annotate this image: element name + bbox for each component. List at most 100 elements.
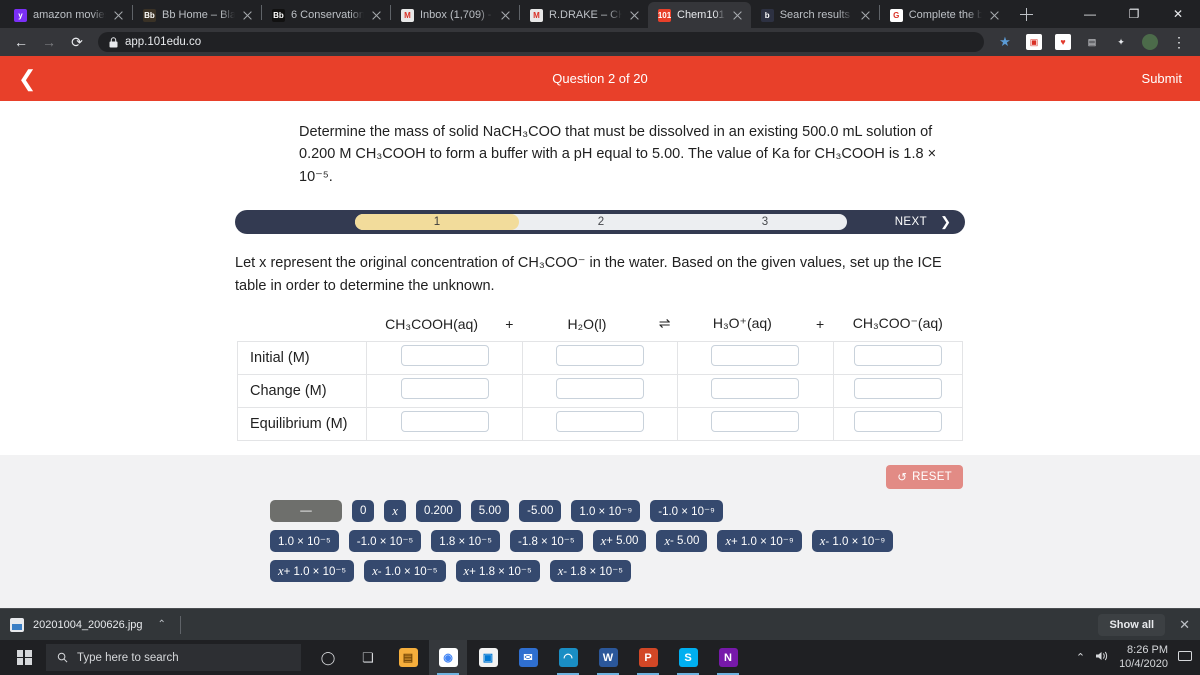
calendar-extension-icon[interactable]: ▣ — [1021, 29, 1047, 55]
start-button[interactable] — [2, 640, 46, 675]
close-tab-icon[interactable] — [370, 9, 383, 22]
ice-cell[interactable] — [366, 341, 523, 376]
close-tab-icon[interactable] — [988, 9, 1001, 22]
answer-tile[interactable]: x - 1.0 × 10⁻⁹ — [811, 530, 894, 552]
answer-tile[interactable]: x + 1.0 × 10⁻⁹ — [717, 530, 802, 552]
reset-button[interactable]: ↺ RESET — [886, 465, 963, 489]
minimize-button[interactable]: — — [1068, 0, 1112, 28]
ice-drop-target[interactable] — [853, 345, 942, 367]
ice-cell[interactable] — [677, 374, 834, 409]
maximize-button[interactable]: ❐ — [1112, 0, 1156, 28]
notification-center-icon[interactable] — [1178, 650, 1192, 665]
onenote-icon[interactable]: N — [709, 640, 747, 675]
file-explorer-icon[interactable]: ▤ — [389, 640, 427, 675]
task-view-icon[interactable]: ❏ — [349, 640, 387, 675]
reload-icon[interactable]: ⟳ — [64, 29, 90, 55]
answer-tile[interactable]: 5.00 — [470, 500, 510, 522]
notes-extension-icon[interactable]: ♥ — [1050, 29, 1076, 55]
microsoft-word-icon[interactable]: W — [589, 640, 627, 675]
ice-cell[interactable] — [832, 341, 964, 376]
ice-drop-target[interactable] — [711, 411, 800, 433]
show-all-button[interactable]: Show all — [1098, 613, 1166, 636]
close-window-button[interactable]: ✕ — [1156, 0, 1200, 28]
ice-drop-target[interactable] — [555, 411, 644, 433]
answer-tile[interactable]: x - 1.8 × 10⁻⁵ — [549, 560, 632, 582]
reader-extension-icon[interactable]: ▤ — [1079, 29, 1105, 55]
answer-tile[interactable]: x + 5.00 — [592, 530, 647, 552]
answer-tile[interactable]: 0 — [352, 500, 375, 522]
mail-icon[interactable]: ✉ — [509, 640, 547, 675]
microsoft-powerpoint-icon[interactable]: P — [629, 640, 667, 675]
answer-tile[interactable]: x — [384, 500, 406, 522]
ice-drop-target[interactable] — [400, 378, 489, 400]
search-input[interactable]: Type here to search — [46, 644, 301, 671]
clock[interactable]: 8:26 PM 10/4/2020 — [1119, 644, 1168, 672]
ice-drop-target[interactable] — [853, 411, 942, 433]
skype-icon[interactable]: S — [669, 640, 707, 675]
ice-cell[interactable] — [832, 374, 964, 409]
browser-tab[interactable]: M Inbox (1,709) - coll — [391, 2, 519, 28]
next-button[interactable]: NEXT — [895, 216, 927, 228]
close-tab-icon[interactable] — [112, 9, 125, 22]
address-bar[interactable]: app.101edu.co — [98, 32, 984, 52]
google-chrome-icon[interactable]: ◉ — [429, 640, 467, 675]
ice-cell[interactable] — [521, 407, 679, 442]
step-2[interactable]: 2 — [519, 214, 683, 230]
answer-tile[interactable]: x + 1.0 × 10⁻⁵ — [270, 560, 355, 582]
browser-tab[interactable]: Bb 6 Conservation of E — [262, 2, 390, 28]
forward-icon[interactable]: → — [36, 29, 62, 55]
ice-drop-target[interactable] — [555, 345, 644, 367]
ice-cell[interactable] — [832, 407, 964, 442]
ice-drop-target[interactable] — [400, 345, 489, 367]
answer-tile[interactable]: -1.0 × 10⁻⁵ — [348, 530, 422, 552]
close-tab-icon[interactable] — [499, 9, 512, 22]
browser-tab[interactable]: y amazon movies - Y — [4, 2, 132, 28]
browser-tab[interactable]: Bb Bb Home – Blackbo — [133, 2, 261, 28]
ice-drop-target[interactable] — [711, 345, 800, 367]
chevron-right-icon[interactable]: ❯ — [940, 214, 951, 230]
close-download-bar-icon[interactable]: ✕ — [1179, 617, 1190, 633]
step-1[interactable]: 1 — [355, 214, 519, 231]
new-tab-button[interactable] — [1014, 2, 1040, 28]
answer-tile[interactable]: x - 1.0 × 10⁻⁵ — [364, 560, 446, 582]
cortana-icon[interactable]: ◯ — [309, 640, 347, 675]
answer-tile[interactable]: -1.8 × 10⁻⁵ — [510, 530, 583, 552]
microsoft-store-icon[interactable]: ▣ — [469, 640, 507, 675]
answer-tile[interactable]: — — [270, 500, 342, 522]
ice-cell[interactable] — [521, 374, 679, 409]
bookmark-star-icon[interactable]: ★ — [992, 29, 1018, 55]
close-tab-icon[interactable] — [731, 9, 744, 22]
browser-tab[interactable]: M R.DRAKE – CHEM 1 — [520, 2, 648, 28]
back-arrow-icon[interactable]: ❮ — [18, 67, 36, 90]
ice-drop-target[interactable] — [853, 378, 942, 400]
avatar[interactable] — [1137, 29, 1163, 55]
submit-button[interactable]: Submit — [1142, 71, 1182, 86]
close-tab-icon[interactable] — [241, 9, 254, 22]
volume-icon[interactable] — [1095, 650, 1109, 665]
browser-tab[interactable]: b Search results for 'b — [751, 2, 879, 28]
answer-tile[interactable]: 1.8 × 10⁻⁵ — [431, 530, 501, 552]
browser-menu-icon[interactable]: ⋮ — [1166, 29, 1192, 55]
puzzle-extension-icon[interactable]: ✦ — [1108, 29, 1134, 55]
close-tab-icon[interactable] — [859, 9, 872, 22]
browser-tab[interactable]: G Complete the balan — [880, 2, 1008, 28]
answer-tile[interactable]: 1.0 × 10⁻⁹ — [571, 500, 641, 522]
ice-drop-target[interactable] — [555, 378, 644, 400]
microsoft-edge-icon[interactable]: ◠ — [549, 640, 587, 675]
browser-tab[interactable]: 101 Chem101 — [648, 2, 751, 28]
answer-tile[interactable]: -5.00 — [519, 500, 562, 522]
answer-tile[interactable]: -1.0 × 10⁻⁹ — [650, 500, 723, 522]
answer-tile[interactable]: 0.200 — [415, 500, 461, 522]
answer-tile[interactable]: x - 5.00 — [656, 530, 708, 552]
ice-drop-target[interactable] — [711, 378, 800, 400]
ice-drop-target[interactable] — [400, 411, 489, 433]
ice-cell[interactable] — [366, 374, 523, 409]
chevron-up-icon[interactable]: ⌃ — [158, 619, 166, 630]
ice-cell[interactable] — [677, 407, 834, 442]
step-3[interactable]: 3 — [683, 214, 847, 230]
ice-cell[interactable] — [521, 341, 679, 376]
ice-cell[interactable] — [677, 341, 834, 376]
answer-tile[interactable]: x + 1.8 × 10⁻⁵ — [455, 560, 540, 582]
back-icon[interactable]: ← — [8, 29, 34, 55]
tray-chevron-icon[interactable]: ⌃ — [1076, 651, 1085, 664]
